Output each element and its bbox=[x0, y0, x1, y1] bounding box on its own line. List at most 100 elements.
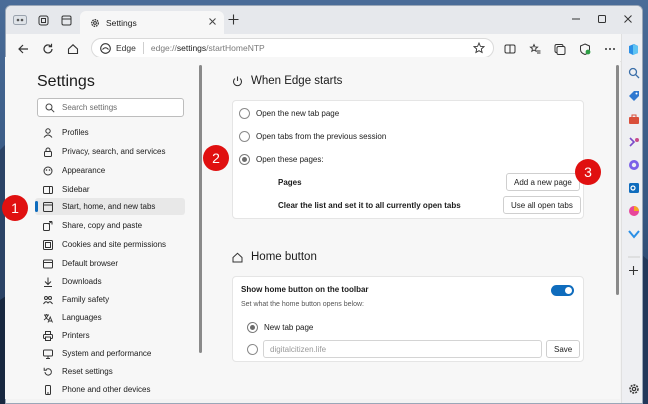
gear-icon bbox=[90, 18, 100, 28]
radio-new-tab[interactable] bbox=[239, 108, 250, 119]
tools-icon[interactable] bbox=[627, 112, 640, 125]
option-new-tab-page[interactable]: Open the new tab page bbox=[239, 108, 339, 119]
nav-item-privacy[interactable]: Privacy, search, and services bbox=[35, 143, 185, 160]
more-options-icon[interactable] bbox=[603, 42, 617, 56]
tab-settings[interactable]: Settings bbox=[80, 11, 224, 34]
back-arrow-icon[interactable] bbox=[16, 42, 30, 56]
nav-item-reset-settings[interactable]: Reset settings bbox=[35, 363, 185, 380]
settings-content: When Edge starts Open the new tab page O… bbox=[202, 57, 615, 399]
nav-item-languages[interactable]: Languages bbox=[35, 309, 185, 326]
option-home-new-tab[interactable]: New tab page bbox=[247, 322, 313, 333]
url-text: edge://settings/startHomeNTP bbox=[151, 43, 265, 53]
nav-item-default-browser[interactable]: Default browser bbox=[35, 255, 185, 272]
collections-icon[interactable] bbox=[553, 42, 567, 56]
nav-item-label: Profiles bbox=[62, 128, 89, 137]
drop-icon[interactable] bbox=[627, 204, 640, 217]
nav-item-label: Phone and other devices bbox=[62, 385, 151, 394]
nav-item-printers[interactable]: Printers bbox=[35, 327, 185, 344]
settings-nav: Settings Profiles Privacy, search, and s… bbox=[5, 57, 202, 399]
tab-actions-icon[interactable] bbox=[58, 13, 74, 27]
option-open-these-pages[interactable]: Open these pages: bbox=[239, 154, 324, 165]
new-tab-icon[interactable] bbox=[228, 14, 239, 25]
nav-item-start-home-new-tabs[interactable]: Start, home, and new tabs bbox=[35, 198, 185, 215]
system-icon bbox=[43, 349, 53, 359]
home-button-description: Set what the home button opens below: bbox=[241, 301, 364, 308]
nav-item-profiles[interactable]: Profiles bbox=[35, 124, 185, 141]
nav-item-label: Reset settings bbox=[62, 367, 113, 376]
lock-icon bbox=[43, 147, 53, 157]
languages-icon bbox=[43, 313, 53, 323]
nav-item-downloads[interactable]: Downloads bbox=[35, 273, 185, 290]
url-path: /startHomeNTP bbox=[206, 43, 265, 53]
browser-essentials-icon[interactable] bbox=[578, 42, 592, 56]
nav-item-label: Sidebar bbox=[62, 185, 90, 194]
favorites-icon[interactable] bbox=[528, 42, 542, 56]
copilot-icon[interactable] bbox=[627, 43, 640, 56]
close-window-icon[interactable] bbox=[621, 12, 635, 26]
address-separator bbox=[142, 42, 144, 54]
favorite-star-icon[interactable] bbox=[473, 42, 485, 54]
nav-item-system-performance[interactable]: System and performance bbox=[35, 345, 185, 362]
home-icon[interactable] bbox=[66, 42, 80, 56]
nav-item-phone-devices[interactable]: Phone and other devices bbox=[35, 381, 185, 398]
close-tab-icon[interactable] bbox=[208, 17, 217, 26]
nav-item-family-safety[interactable]: Family safety bbox=[35, 291, 185, 308]
add-sidebar-app-icon[interactable] bbox=[627, 264, 640, 277]
add-new-page-button[interactable]: Add a new page bbox=[506, 173, 580, 191]
search-input[interactable] bbox=[62, 103, 172, 112]
minimize-icon[interactable] bbox=[569, 12, 583, 26]
save-button[interactable]: Save bbox=[546, 340, 581, 358]
nav-item-cookies[interactable]: Cookies and site permissions bbox=[35, 236, 185, 253]
microsoft-365-icon[interactable] bbox=[627, 158, 640, 171]
content-scrollbar[interactable] bbox=[615, 57, 620, 399]
start-home-icon bbox=[43, 201, 53, 212]
browser-icon bbox=[43, 259, 53, 269]
site-label: Edge bbox=[116, 43, 136, 53]
radio-previous-session[interactable] bbox=[239, 131, 250, 142]
section-title: Home button bbox=[251, 251, 317, 263]
home-button-card: Show home button on the toolbar Set what… bbox=[232, 276, 584, 362]
games-icon[interactable] bbox=[627, 135, 640, 148]
phone-icon bbox=[43, 384, 53, 395]
search-sidebar-icon[interactable] bbox=[627, 66, 640, 79]
sidebar-settings-icon[interactable] bbox=[627, 382, 640, 395]
show-home-button-label: Show home button on the toolbar bbox=[241, 285, 369, 294]
maximize-icon[interactable] bbox=[595, 12, 609, 26]
nav-item-label: Share, copy and paste bbox=[62, 221, 143, 230]
workspaces-icon[interactable] bbox=[35, 13, 51, 27]
option-label: Open the new tab page bbox=[256, 109, 340, 118]
refresh-icon[interactable] bbox=[41, 42, 55, 56]
when-edge-starts-heading: When Edge starts bbox=[232, 75, 342, 87]
address-bar[interactable]: Edge edge://settings/startHomeNTP bbox=[91, 38, 494, 58]
nav-item-label: Family safety bbox=[62, 295, 110, 304]
radio-home-new-tab[interactable] bbox=[247, 322, 258, 333]
use-all-open-tabs-button[interactable]: Use all open tabs bbox=[503, 196, 581, 214]
designer-icon[interactable] bbox=[627, 227, 640, 240]
option-label: New tab page bbox=[264, 323, 314, 332]
search-settings-box[interactable] bbox=[37, 98, 184, 117]
radio-open-these-pages[interactable] bbox=[239, 154, 250, 165]
tab-strip: Settings bbox=[6, 6, 642, 34]
option-previous-session[interactable]: Open tabs from the previous session bbox=[239, 131, 386, 142]
profile-avatar-icon[interactable] bbox=[12, 13, 28, 27]
home-url-input[interactable] bbox=[270, 344, 530, 354]
sidebar-icon bbox=[43, 185, 53, 195]
nav-item-share-copy-paste[interactable]: Share, copy and paste bbox=[35, 217, 185, 234]
cookies-icon bbox=[43, 239, 53, 250]
split-screen-icon[interactable] bbox=[503, 42, 517, 56]
appearance-icon bbox=[43, 166, 53, 176]
nav-item-sidebar[interactable]: Sidebar bbox=[35, 181, 185, 198]
nav-item-label: Languages bbox=[62, 313, 102, 322]
shopping-tag-icon[interactable] bbox=[627, 89, 640, 102]
nav-item-label: System and performance bbox=[62, 349, 152, 358]
printer-icon bbox=[43, 330, 53, 341]
outlook-icon[interactable] bbox=[627, 181, 640, 194]
nav-item-label: Start, home, and new tabs bbox=[62, 202, 156, 211]
home-url-field[interactable] bbox=[263, 340, 542, 358]
clear-list-label: Clear the list and set it to all current… bbox=[278, 201, 461, 210]
radio-home-custom-url[interactable] bbox=[247, 344, 258, 355]
show-home-button-toggle[interactable] bbox=[551, 285, 574, 296]
nav-item-label: Privacy, search, and services bbox=[62, 147, 166, 156]
nav-item-label: Appearance bbox=[62, 166, 106, 175]
nav-item-appearance[interactable]: Appearance bbox=[35, 162, 185, 179]
